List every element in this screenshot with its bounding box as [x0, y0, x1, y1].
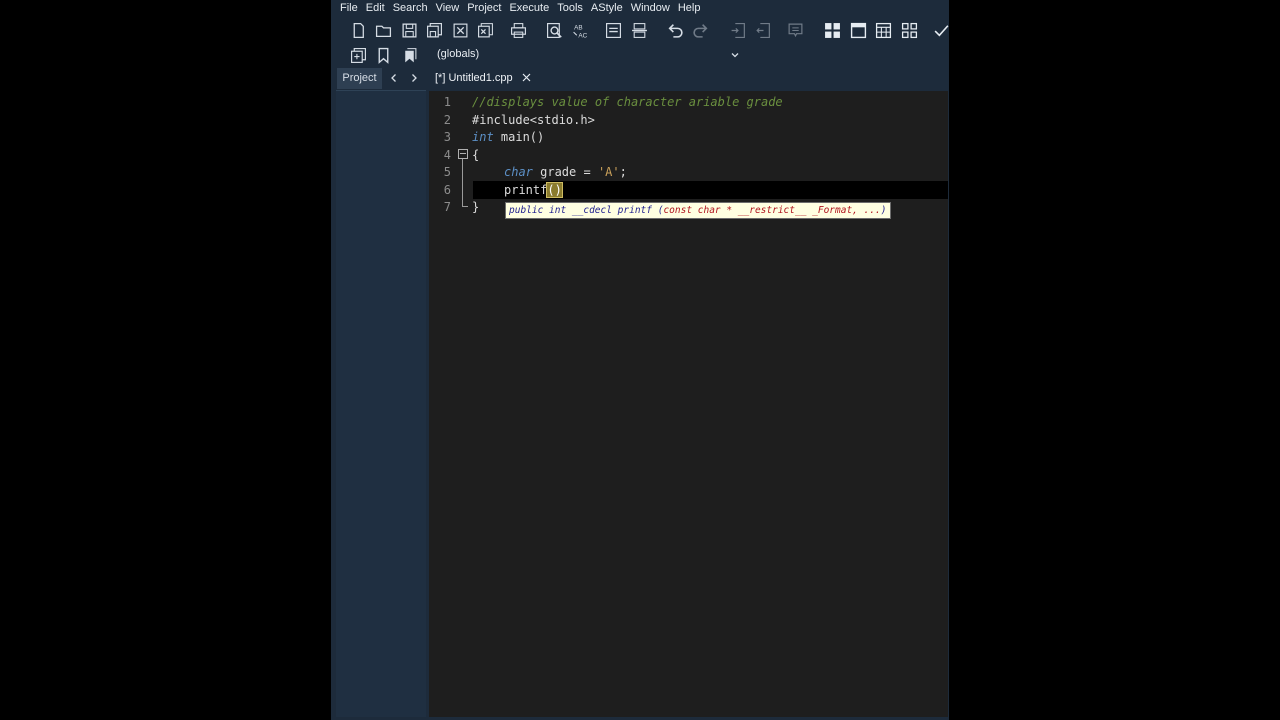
open-brace: {	[472, 148, 480, 162]
svg-text:AC: AC	[578, 32, 587, 39]
tab-untitled1[interactable]: [*] Untitled1.cpp	[432, 68, 513, 89]
goto-icon[interactable]	[603, 20, 623, 40]
print-icon[interactable]	[508, 20, 528, 40]
line-number: 7	[443, 200, 451, 214]
indent-icon[interactable]	[728, 20, 748, 40]
check-icon[interactable]	[931, 20, 949, 40]
unindent-icon[interactable]	[753, 20, 773, 40]
menu-astyle[interactable]: AStyle	[587, 0, 627, 17]
bookmark-toggle-icon[interactable]	[373, 45, 393, 65]
fold-toggle-icon[interactable]	[458, 149, 468, 159]
tooltip-prefix: public int __cdecl printf (	[509, 205, 664, 216]
menu-search[interactable]: Search	[389, 0, 432, 17]
replace-icon[interactable]: AB AC	[570, 20, 590, 40]
scope-dropdown[interactable]: (globals)	[435, 47, 741, 65]
close-all-icon[interactable]	[475, 20, 495, 40]
menu-project[interactable]: Project	[463, 0, 505, 17]
undo-icon[interactable]	[665, 20, 685, 40]
layout-grid-icon[interactable]	[822, 20, 842, 40]
tab-project[interactable]: Project	[337, 68, 382, 89]
insert-icon[interactable]	[348, 45, 368, 65]
code-line-4: {	[472, 147, 479, 165]
line-number: 3	[443, 130, 451, 144]
main-signature: main()	[493, 130, 545, 144]
fold-guide-end	[462, 206, 468, 207]
scope-value: (globals)	[437, 48, 480, 60]
tile-icon[interactable]	[873, 20, 893, 40]
save-icon[interactable]	[399, 20, 419, 40]
chevron-right-icon[interactable]	[407, 71, 421, 85]
goto-bookmark-icon[interactable]	[399, 45, 419, 65]
line-number: 6	[443, 183, 451, 197]
keyword-int: int	[472, 130, 494, 144]
bookmark-icon[interactable]	[785, 20, 805, 40]
comment-text: //displays value of character ariable gr…	[472, 95, 783, 109]
menu-view[interactable]: View	[432, 0, 464, 17]
code-line-5: char grade = 'A';	[504, 164, 627, 182]
code-line-1: //displays value of character ariable gr…	[472, 94, 783, 112]
tooltip-params: const char * __restrict__ _Format, ...	[663, 205, 881, 216]
printf-call: printf	[504, 183, 548, 197]
line-number: 5	[443, 165, 451, 179]
keyword-char: char	[504, 165, 533, 179]
close-brace: }	[472, 200, 480, 214]
line-number-gutter: 1 2 3 4 5 6 7	[429, 91, 457, 717]
ide-window: File Edit Search View Project Execute To…	[331, 0, 949, 720]
code-line-3: int main()	[472, 129, 544, 147]
close-icon[interactable]	[450, 20, 470, 40]
fold-guide	[462, 159, 463, 206]
menu-execute[interactable]: Execute	[505, 0, 553, 17]
save-all-icon[interactable]	[424, 20, 444, 40]
function-signature-tooltip: public int __cdecl printf (const char * …	[505, 202, 891, 219]
menu-window[interactable]: Window	[627, 0, 674, 17]
matched-parens: ()	[546, 182, 563, 198]
include-directive: #include<stdio.h>	[472, 113, 595, 127]
menu-file[interactable]: File	[331, 0, 362, 17]
chevron-down-icon	[731, 53, 739, 58]
line-number: 4	[443, 148, 451, 162]
char-literal: 'A'	[597, 165, 620, 179]
menu-tools[interactable]: Tools	[553, 0, 587, 17]
menu-bar: File Edit Search View Project Execute To…	[331, 0, 949, 17]
layout-apps-icon[interactable]	[899, 20, 919, 40]
semicolon: ;	[619, 165, 627, 179]
menu-edit[interactable]: Edit	[362, 0, 389, 17]
find-icon[interactable]	[544, 20, 564, 40]
menu-help[interactable]: Help	[674, 0, 705, 17]
code-line-6: printf()	[504, 182, 563, 200]
code-line-2: #include<stdio.h>	[472, 112, 595, 130]
tooltip-suffix: )	[880, 205, 887, 216]
window-icon[interactable]	[848, 20, 868, 40]
new-file-icon[interactable]	[348, 20, 368, 40]
code-line-7: }	[472, 199, 479, 217]
variable-decl: grade =	[532, 165, 598, 179]
line-number: 1	[443, 95, 451, 109]
close-tab-icon[interactable]	[521, 72, 532, 83]
code-editor[interactable]: 1 2 3 4 5 6 7 //displays value of charac…	[429, 91, 948, 717]
svg-text:AB: AB	[574, 24, 582, 31]
line-number: 2	[443, 113, 451, 127]
open-folder-icon[interactable]	[373, 20, 393, 40]
tab-row: Project [*] Untitled1.cpp	[331, 68, 949, 89]
redo-icon[interactable]	[690, 20, 710, 40]
project-pane	[336, 90, 426, 717]
main-toolbar: AB AC	[331, 20, 949, 44]
chevron-left-icon[interactable]	[387, 71, 401, 85]
toggle-comment-icon[interactable]	[629, 20, 649, 40]
